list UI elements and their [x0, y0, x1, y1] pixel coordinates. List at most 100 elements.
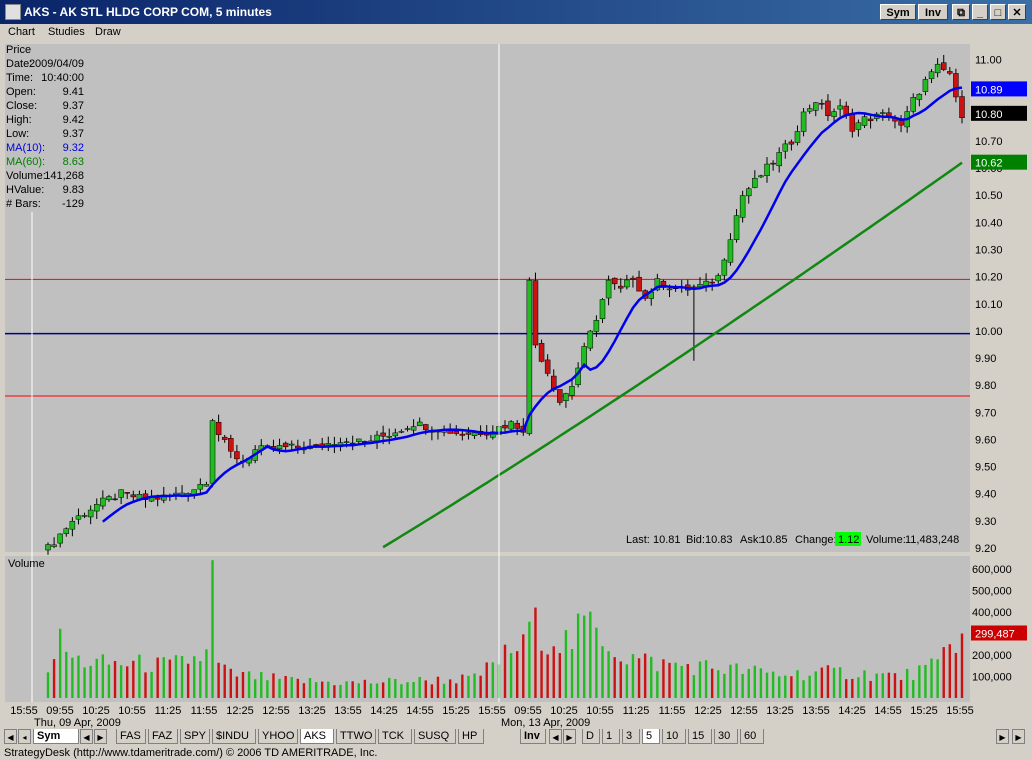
- volume-bar: [765, 672, 769, 698]
- interval-tab-1[interactable]: 1: [602, 729, 620, 744]
- candle-body: [398, 431, 405, 433]
- info-label: Close:: [6, 100, 37, 112]
- menu-draw[interactable]: Draw: [95, 26, 121, 38]
- volume-bar: [357, 683, 360, 698]
- volume-bar: [552, 646, 555, 698]
- inv-tab[interactable]: Inv: [520, 729, 546, 744]
- volume-bar: [168, 659, 172, 698]
- maximize-icon[interactable]: □: [990, 4, 1006, 20]
- info-label: Low:: [6, 128, 29, 140]
- volume-bar: [643, 653, 647, 698]
- detach-icon[interactable]: ⧉: [952, 4, 970, 20]
- right-arrow-icon[interactable]: ▶: [94, 729, 107, 744]
- volume-bar: [942, 647, 945, 698]
- time-tick-label: 14:55: [874, 705, 902, 717]
- volume-tick-label: 600,000: [972, 564, 1012, 576]
- window-title: AKS - AK STL HLDG CORP COM, 5 minutes: [24, 5, 272, 19]
- volume-bar: [52, 659, 56, 698]
- volume-bar: [601, 646, 604, 698]
- volume-bar: [924, 664, 927, 698]
- volume-bar: [820, 667, 824, 698]
- volume-bar: [101, 654, 105, 698]
- candle-body: [234, 451, 240, 460]
- volume-bar: [589, 611, 592, 698]
- price-tick-label: 10.70: [975, 136, 1003, 148]
- info-value: 9.41: [63, 86, 84, 98]
- volume-bar: [345, 681, 348, 698]
- inv-button[interactable]: Inv: [918, 4, 948, 20]
- candle-body: [721, 259, 728, 276]
- volume-bar: [656, 671, 659, 698]
- close-icon[interactable]: ✕: [1008, 4, 1026, 20]
- candle-body: [557, 389, 563, 403]
- time-tick-label: 13:25: [298, 705, 326, 717]
- volume-bar: [558, 653, 562, 698]
- symbol-tab-tck[interactable]: TCK: [378, 729, 412, 744]
- volume-tick-label: 400,000: [972, 607, 1012, 619]
- info-label: MA(10):: [6, 142, 45, 154]
- candle-body: [57, 533, 63, 544]
- symbol-tab-yhoo[interactable]: YHOO: [258, 729, 298, 744]
- left-arrow-icon-2[interactable]: ◀: [549, 729, 562, 744]
- minimize-icon[interactable]: _: [972, 4, 988, 20]
- status-bar: StrategyDesk (http://www.tdameritrade.co…: [0, 746, 1032, 760]
- interval-tab-30[interactable]: 30: [714, 729, 738, 744]
- candle-body: [928, 71, 935, 80]
- menu-studies[interactable]: Studies: [48, 26, 85, 38]
- chart-svg[interactable]: 11.0010.9010.8010.7010.6010.5010.4010.30…: [0, 42, 1032, 729]
- candle-body: [794, 131, 801, 143]
- symbol-tab-aks[interactable]: AKS: [300, 729, 334, 744]
- volume-bar: [509, 653, 513, 698]
- sym-button[interactable]: Sym: [880, 4, 916, 20]
- prev-icon[interactable]: ◂: [18, 729, 31, 744]
- volume-bar: [674, 662, 677, 698]
- volume-bar: [735, 663, 738, 698]
- info-label: Open:: [6, 86, 36, 98]
- interval-tab-15[interactable]: 15: [688, 729, 712, 744]
- interval-tab-3[interactable]: 3: [622, 729, 640, 744]
- symbol-tab-fas[interactable]: FAS: [116, 729, 146, 744]
- volume-bar: [564, 630, 568, 698]
- symbol-tab-spy[interactable]: SPY: [180, 729, 210, 744]
- interval-tab-d[interactable]: D: [582, 729, 600, 744]
- interval-tab-10[interactable]: 10: [662, 729, 686, 744]
- volume-bar: [308, 678, 312, 698]
- scroll-right-icon[interactable]: ▶: [996, 729, 1009, 744]
- sym-tab[interactable]: Sym: [33, 729, 79, 744]
- interval-tab-60[interactable]: 60: [740, 729, 764, 744]
- volume-bar: [796, 670, 799, 698]
- symbol-tab-faz[interactable]: FAZ: [148, 729, 178, 744]
- candle-body: [288, 443, 295, 446]
- symbol-tab-hp[interactable]: HP: [458, 729, 484, 744]
- volume-bar: [174, 655, 178, 698]
- volume-bar: [162, 657, 165, 698]
- left-arrow-icon[interactable]: ◀: [80, 729, 93, 744]
- info-value: 9.37: [63, 100, 84, 112]
- interval-tab-5[interactable]: 5: [642, 729, 660, 744]
- right-arrow-icon-2[interactable]: ▶: [563, 729, 576, 744]
- menu-chart[interactable]: Chart: [8, 26, 35, 38]
- volume-tick-label: 100,000: [972, 671, 1012, 683]
- symbol-tab-ttwo[interactable]: TTWO: [336, 729, 376, 744]
- candle-body: [770, 162, 776, 165]
- volume-bar: [375, 683, 379, 698]
- volume-bar: [83, 667, 86, 698]
- chart-area[interactable]: 11.0010.9010.8010.7010.6010.5010.4010.30…: [0, 42, 1032, 729]
- symbol-tab-susq[interactable]: SUSQ: [414, 729, 456, 744]
- volume-bar: [576, 613, 580, 698]
- first-icon[interactable]: ◀: [4, 729, 17, 744]
- scroll-end-icon[interactable]: ▶: [1012, 729, 1025, 744]
- candle-body: [940, 62, 947, 70]
- symbol-tab-indu[interactable]: $INDU: [212, 729, 256, 744]
- time-tick-label: 14:55: [406, 705, 434, 717]
- pane-divider[interactable]: [5, 552, 970, 556]
- candle-body: [788, 141, 795, 145]
- volume-bar: [881, 673, 884, 698]
- volume-bar: [138, 654, 141, 698]
- candle-body: [386, 436, 392, 438]
- change-label: Change:: [795, 534, 837, 546]
- candle-body: [356, 438, 362, 442]
- candle-body: [87, 509, 94, 518]
- volume-bar: [625, 664, 629, 698]
- volume-bar: [229, 668, 232, 698]
